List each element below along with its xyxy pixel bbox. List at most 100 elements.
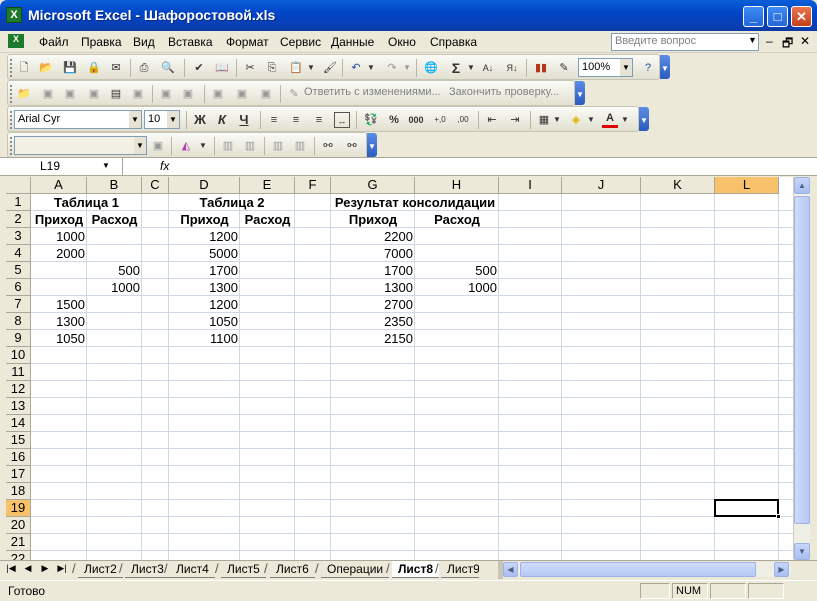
row-header-8[interactable]: 8 (6, 313, 31, 330)
increase-decimal-icon[interactable]: +,0 (432, 112, 448, 128)
row-header-11[interactable]: 11 (6, 364, 31, 381)
vertical-scrollbar[interactable]: ▲ ▼ (793, 177, 810, 560)
icon[interactable]: ▥ (270, 138, 286, 154)
sheet-tab[interactable]: Операции (321, 561, 390, 578)
column-header-a[interactable]: A (31, 177, 87, 194)
chevron-down-icon[interactable]: ▼ (402, 60, 412, 76)
cell-d9[interactable]: 1100 (169, 330, 240, 347)
folder-icon[interactable]: 📁 (16, 86, 32, 102)
toolbar-options-icon[interactable]: ▼ (639, 107, 649, 131)
toolbar-options-icon[interactable]: ▼ (575, 81, 585, 105)
icon[interactable]: ▤ (108, 86, 124, 102)
chevron-down-icon[interactable]: ▼ (466, 60, 476, 76)
print-preview-icon[interactable]: 🔍 (160, 60, 176, 76)
end-review-button[interactable]: Закончить проверку... (449, 86, 559, 98)
cell-h6[interactable]: 1000 (415, 279, 499, 296)
cell-g3[interactable]: 2200 (331, 228, 415, 245)
fill-handle[interactable] (776, 514, 781, 519)
icon[interactable]: ⚯ (344, 138, 360, 154)
cell-a2[interactable]: Приход (31, 211, 87, 228)
row-header-21[interactable]: 21 (6, 534, 31, 551)
open-icon[interactable]: 📂 (38, 60, 54, 76)
cell-h5[interactable]: 500 (415, 262, 499, 279)
borders-icon[interactable]: ▦ (536, 112, 552, 128)
icon[interactable]: ▣ (234, 86, 250, 102)
cell-b2[interactable]: Расход (87, 211, 142, 228)
next-sheet-icon[interactable]: ▶ (39, 563, 51, 574)
print-icon[interactable]: ⎙ (136, 60, 152, 76)
merge-center-icon[interactable]: ↔ (334, 112, 350, 128)
sheet-tab[interactable]: Лист2 (78, 561, 123, 578)
vertical-scroll-thumb[interactable] (794, 196, 810, 524)
chevron-down-icon[interactable]: ▼ (129, 111, 141, 128)
cell-a9[interactable]: 1050 (31, 330, 87, 347)
toolbar-options-icon[interactable]: ▼ (367, 133, 377, 157)
chevron-down-icon[interactable]: ▼ (306, 60, 316, 76)
cell-g5[interactable]: 1700 (331, 262, 415, 279)
row-header-3[interactable]: 3 (6, 228, 31, 245)
chevron-down-icon[interactable]: ▼ (366, 60, 376, 76)
row-header-10[interactable]: 10 (6, 347, 31, 364)
spreadsheet-grid[interactable]: ABCDEFGHIJKL 1 2 3 4 5 6 7 8 9 10 11 12 13 14 15 16 17 18… (6, 177, 793, 560)
column-header-l[interactable]: L (715, 177, 779, 194)
currency-icon[interactable]: 💱 (363, 112, 379, 128)
icon[interactable]: ▣ (86, 86, 102, 102)
row-header-19[interactable]: 19 (6, 500, 31, 517)
row-header-2[interactable]: 2 (6, 211, 31, 228)
help-question-input[interactable]: Введите вопрос (611, 33, 759, 51)
icon[interactable]: ▣ (150, 138, 166, 154)
cell-d1[interactable]: Таблица 2 (169, 194, 295, 211)
reply-with-changes-button[interactable]: Ответить с изменениями... (304, 86, 441, 98)
chevron-down-icon[interactable]: ▼ (586, 112, 596, 128)
column-header-g[interactable]: G (331, 177, 415, 194)
cell-g9[interactable]: 2150 (331, 330, 415, 347)
icon[interactable]: ▣ (40, 86, 56, 102)
comma-style-icon[interactable]: 000 (408, 112, 424, 128)
cell-g8[interactable]: 2350 (331, 313, 415, 330)
chevron-down-icon[interactable]: ▼ (102, 161, 110, 170)
research-icon[interactable]: 📖 (214, 60, 230, 76)
cell-g7[interactable]: 2700 (331, 296, 415, 313)
cell-g1[interactable]: Результат консолидации (331, 194, 499, 211)
toolbar-grip[interactable] (10, 137, 13, 155)
chevron-down-icon[interactable]: ▼ (134, 137, 146, 154)
menu-tools[interactable]: Сервис (280, 35, 321, 49)
row-header-7[interactable]: 7 (6, 296, 31, 313)
sheet-tab[interactable]: Лист4 (170, 561, 215, 578)
percent-icon[interactable]: % (386, 112, 402, 128)
row-header-14[interactable]: 14 (6, 415, 31, 432)
scroll-up-button[interactable]: ▲ (794, 177, 810, 194)
column-header-j[interactable]: J (562, 177, 641, 194)
row-header-13[interactable]: 13 (6, 398, 31, 415)
chart-icon[interactable]: ◭ (178, 138, 194, 154)
cell-d4[interactable]: 5000 (169, 245, 240, 262)
cell-e2[interactable]: Расход (240, 211, 295, 228)
sheet-tab[interactable]: Лист9 (441, 561, 479, 578)
spelling-icon[interactable]: ✔ (191, 60, 207, 76)
font-size-select[interactable]: 10 ▼ (144, 110, 180, 129)
close-button[interactable]: ✕ (791, 6, 812, 27)
column-header-b[interactable]: B (87, 177, 142, 194)
prev-sheet-icon[interactable]: ◀ (22, 563, 34, 574)
scroll-left-button[interactable]: ◀ (503, 562, 518, 577)
cell-g2[interactable]: Приход (331, 211, 415, 228)
font-color-icon[interactable]: A (602, 112, 618, 128)
redo-icon[interactable]: ↷ (384, 60, 400, 76)
active-cell-selection[interactable] (714, 499, 779, 517)
paste-icon[interactable]: 📋 (288, 60, 304, 76)
cell-a8[interactable]: 1300 (31, 313, 87, 330)
formula-input[interactable] (176, 158, 817, 175)
cell-d3[interactable]: 1200 (169, 228, 240, 245)
cell-d2[interactable]: Приход (169, 211, 240, 228)
menu-window[interactable]: Окно (388, 35, 416, 49)
email-icon[interactable]: ✉ (108, 60, 124, 76)
scroll-right-button[interactable]: ▶ (774, 562, 789, 577)
menu-file[interactable]: Файл (39, 35, 69, 49)
underline-icon[interactable]: Ч (236, 112, 252, 128)
row-header-22[interactable]: 22 (6, 551, 31, 560)
chevron-down-icon[interactable]: ▼ (167, 111, 179, 128)
autosum-icon[interactable]: Σ (448, 60, 464, 76)
cell-a7[interactable]: 1500 (31, 296, 87, 313)
cell-g4[interactable]: 7000 (331, 245, 415, 262)
icon[interactable]: ▣ (130, 86, 146, 102)
